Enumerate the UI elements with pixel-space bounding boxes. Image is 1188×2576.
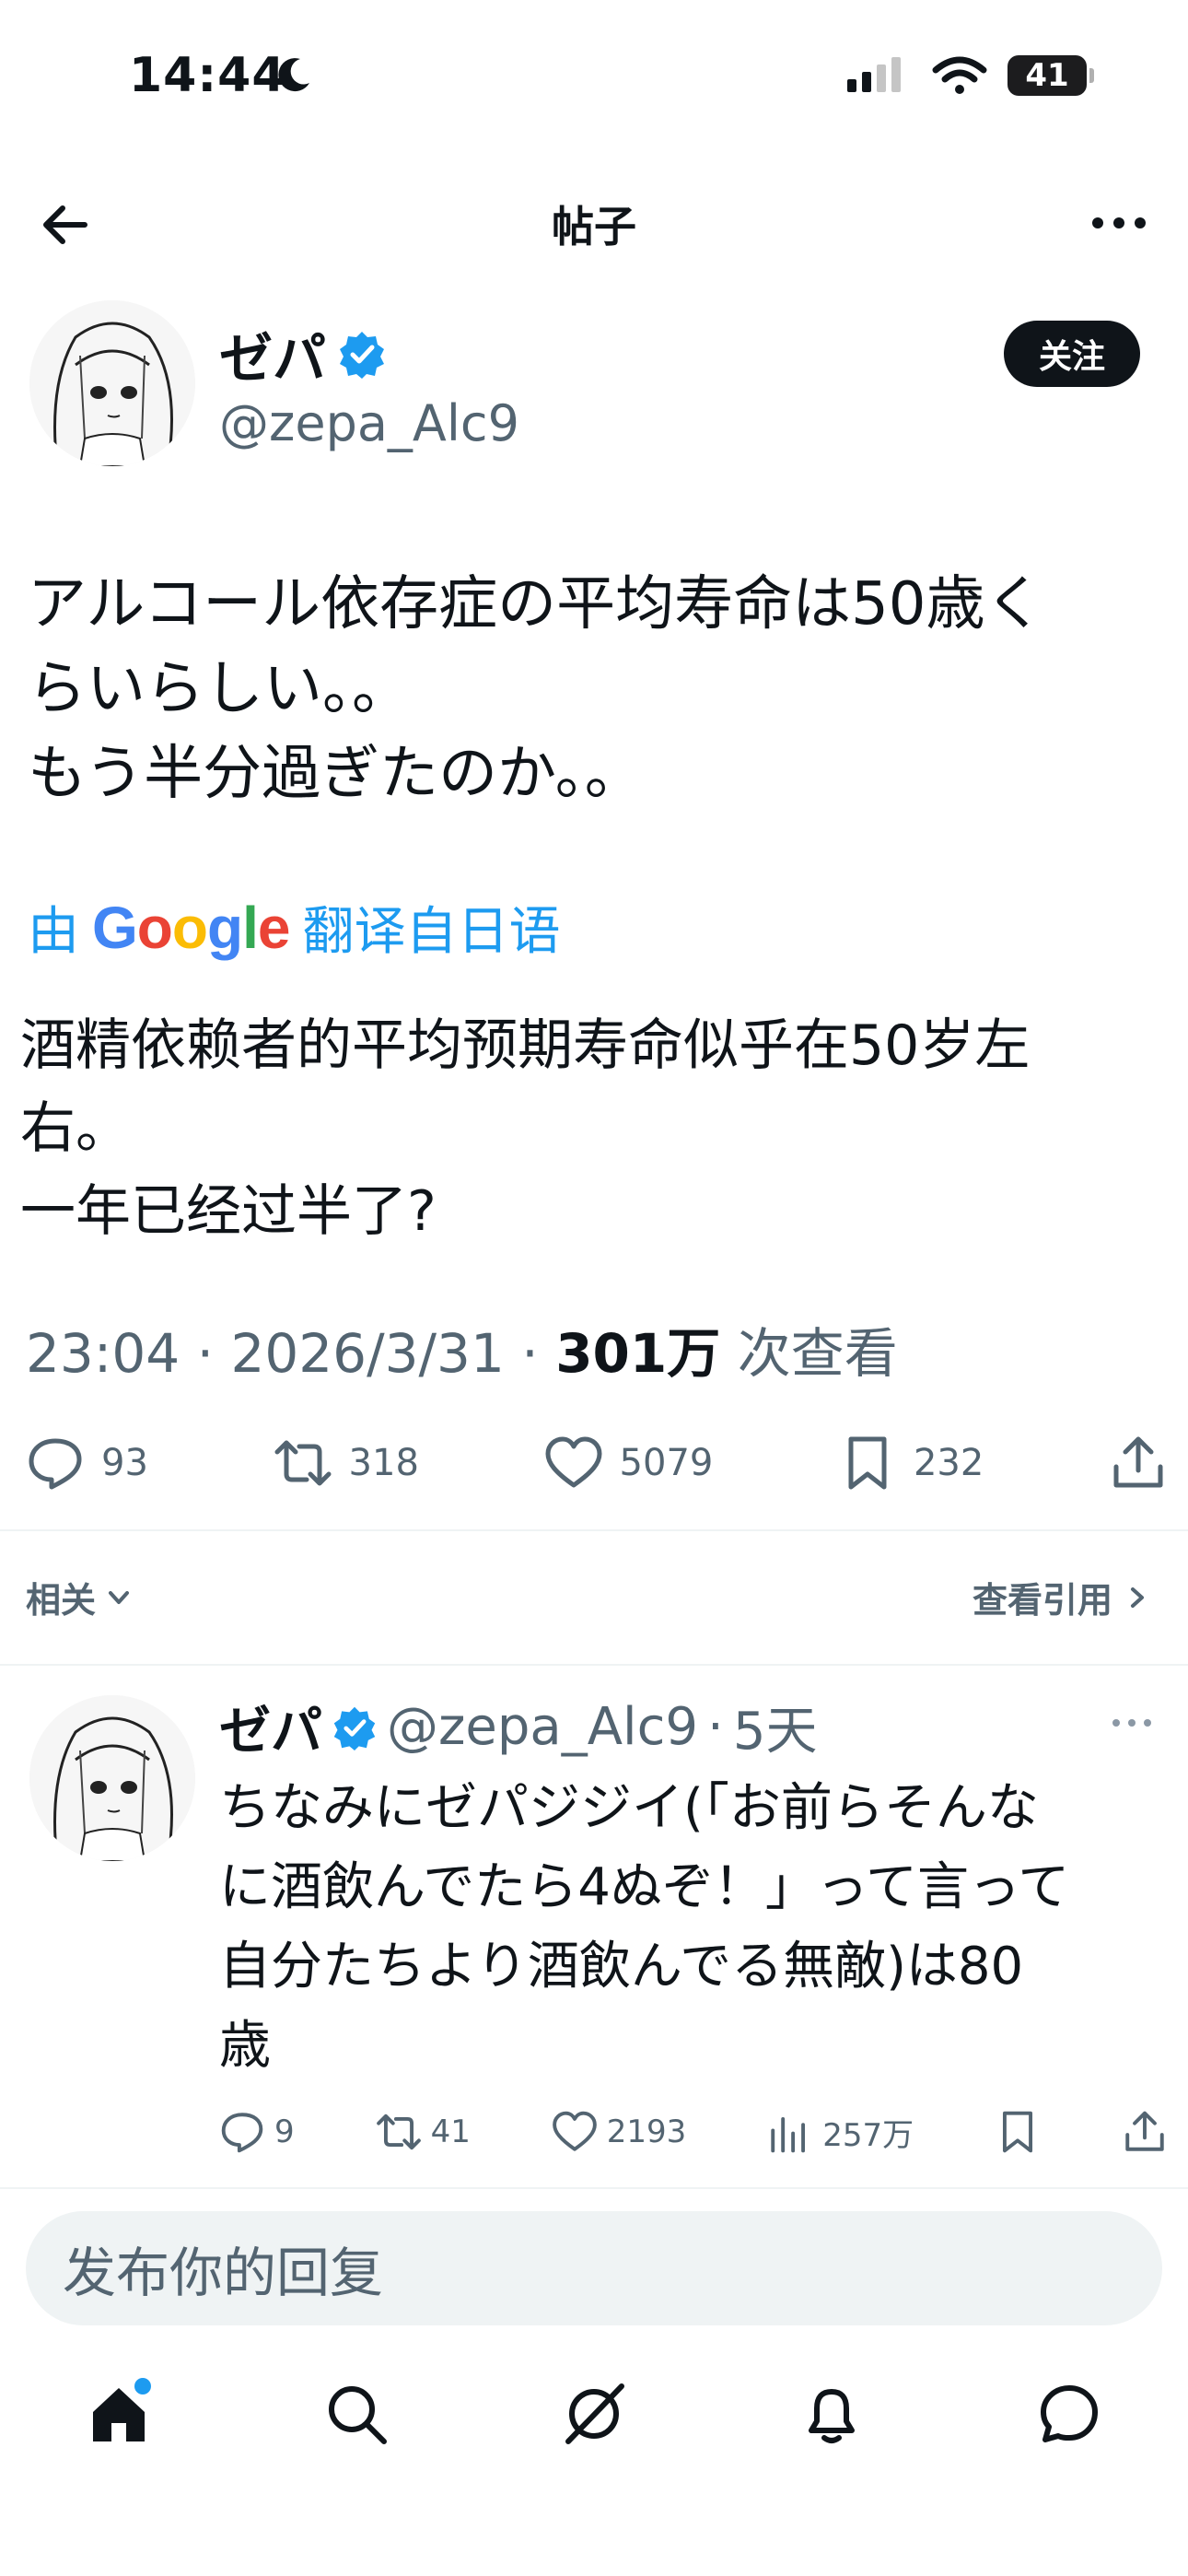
tab-grok[interactable]: [553, 2372, 635, 2455]
related-label: 相关: [26, 1580, 97, 1621]
view-quotes-link[interactable]: 查看引用: [973, 1572, 1151, 1622]
tab-home[interactable]: [77, 2372, 160, 2455]
translate-prefix: 由: [28, 902, 79, 962]
retweet-button[interactable]: 318: [274, 1434, 419, 1493]
like-button[interactable]: 5079: [544, 1434, 714, 1493]
reply-bookmark-button[interactable]: [995, 2109, 1041, 2155]
translate-suffix: 翻译自日语: [302, 902, 561, 962]
share-button[interactable]: [1109, 1434, 1168, 1493]
author-handle[interactable]: @zepa_Alc9: [219, 394, 519, 452]
analytics-icon: [771, 2116, 806, 2153]
moon-icon: [278, 58, 309, 92]
avatar-illustration: [29, 1695, 195, 1861]
wifi-icon: [932, 56, 987, 94]
reply-time: 5天: [732, 1702, 818, 1762]
translation-label[interactable]: 由 Google 翻译自日语: [28, 890, 560, 965]
reply-share-button[interactable]: [1122, 2109, 1168, 2155]
search-icon: [329, 2386, 387, 2444]
battery-icon: 41: [1007, 55, 1094, 96]
reply-views-button[interactable]: 257万: [767, 2109, 914, 2155]
chevron-right-icon: [1131, 1587, 1144, 1608]
tweet-actions: 93 318 5079 232: [26, 1426, 1168, 1500]
share-icon: [1113, 1436, 1163, 1488]
author-name[interactable]: ゼパ: [219, 315, 387, 392]
heart-icon: [545, 1436, 602, 1488]
retweet-icon: [376, 2113, 421, 2150]
retweet-icon: [274, 1440, 332, 1486]
bell-icon: [809, 2389, 855, 2443]
tweet-date: 2026/3/31: [230, 1322, 505, 1385]
follow-button[interactable]: 关注: [1004, 321, 1140, 387]
messages-icon: [1041, 2385, 1098, 2442]
reply-icon: [29, 1438, 82, 1490]
battery-level: 41: [1025, 57, 1069, 94]
tab-notifications[interactable]: [790, 2372, 873, 2455]
verified-badge-icon: [333, 1706, 376, 1751]
tweet-text: アルコール依存症の平均寿命は50歳く らいらしい。。 もう半分過ぎたのか。。: [28, 570, 1044, 808]
avatar-illustration: [29, 300, 195, 466]
reply-input[interactable]: 发布你的回复: [26, 2211, 1162, 2325]
reply-text: ちなみにゼパジジイ(「お前らそんな に酒飲んでたら4ぬぞ！」って言って 自分たち…: [219, 1778, 1070, 2076]
reply-like-count: 2193: [606, 2113, 687, 2150]
reply-avatar[interactable]: [29, 1695, 195, 1861]
bookmark-icon: [1003, 2111, 1033, 2153]
chevron-down-icon: [109, 1590, 130, 1604]
reply-separator: ·: [707, 1697, 724, 1757]
reply-retweet-count: 41: [430, 2113, 471, 2150]
tab-messages[interactable]: [1028, 2372, 1111, 2455]
tab-search[interactable]: [315, 2372, 398, 2455]
divider: [0, 2187, 1188, 2189]
reply-retweet-button[interactable]: 41: [376, 2109, 471, 2155]
status-time: 14:44: [129, 48, 286, 103]
heart-icon: [552, 2111, 597, 2151]
reply-reply-button[interactable]: 9: [219, 2109, 295, 2155]
tweet-meta: 23:04 · 2026/3/31 · 301万 次查看: [26, 1322, 898, 1385]
reply-reply-count: 9: [274, 2113, 295, 2150]
reply-button[interactable]: 93: [26, 1434, 148, 1493]
avatar[interactable]: [29, 300, 195, 466]
related-dropdown[interactable]: 相关: [26, 1572, 134, 1622]
divider: [0, 1529, 1188, 1531]
views-count: 301万: [555, 1322, 721, 1385]
notification-dot: [134, 2378, 151, 2395]
bookmark-count: 232: [913, 1442, 984, 1484]
verified-badge-icon: [340, 332, 385, 379]
view-quotes-label: 查看引用: [972, 1580, 1112, 1621]
divider: [0, 1664, 1188, 1666]
bottom-tab-bar: [0, 2359, 1188, 2469]
more-options-icon[interactable]: [1109, 1712, 1155, 1734]
signal-icon: [847, 57, 901, 92]
author-name-text: ゼパ: [219, 327, 327, 390]
reply-icon: [221, 2113, 263, 2153]
share-icon: [1125, 2111, 1164, 2151]
more-options-icon[interactable]: [1087, 205, 1151, 241]
views-label: 次查看: [737, 1322, 898, 1385]
bookmark-icon: [848, 1436, 887, 1490]
retweet-count: 318: [348, 1442, 419, 1484]
reply-views-count: 257万: [822, 2116, 914, 2154]
google-logo: Google: [92, 894, 290, 961]
translated-text: 酒精依赖者的平均预期寿命似乎在50岁左 右。 一年已经过半了?: [20, 1013, 1031, 1244]
status-indicators: 41: [845, 55, 1094, 96]
reply-actions: 9 41 2193 257万: [219, 2104, 1168, 2160]
reply-author-handle[interactable]: @zepa_Alc9: [387, 1697, 698, 1757]
like-count: 5079: [619, 1442, 714, 1484]
bookmark-button[interactable]: 232: [838, 1434, 984, 1493]
page-title: 帖子: [552, 202, 636, 252]
grok-icon: [565, 2383, 624, 2444]
reply-like-button[interactable]: 2193: [552, 2109, 687, 2155]
reply-header: ゼパ @zepa_Alc9 · 5天: [219, 1690, 817, 1764]
reply-author-name[interactable]: ゼパ: [219, 1690, 322, 1764]
reply-count: 93: [101, 1442, 148, 1484]
reply-input-placeholder: 发布你的回复: [63, 2242, 384, 2304]
tweet-time: 23:04: [26, 1322, 181, 1385]
